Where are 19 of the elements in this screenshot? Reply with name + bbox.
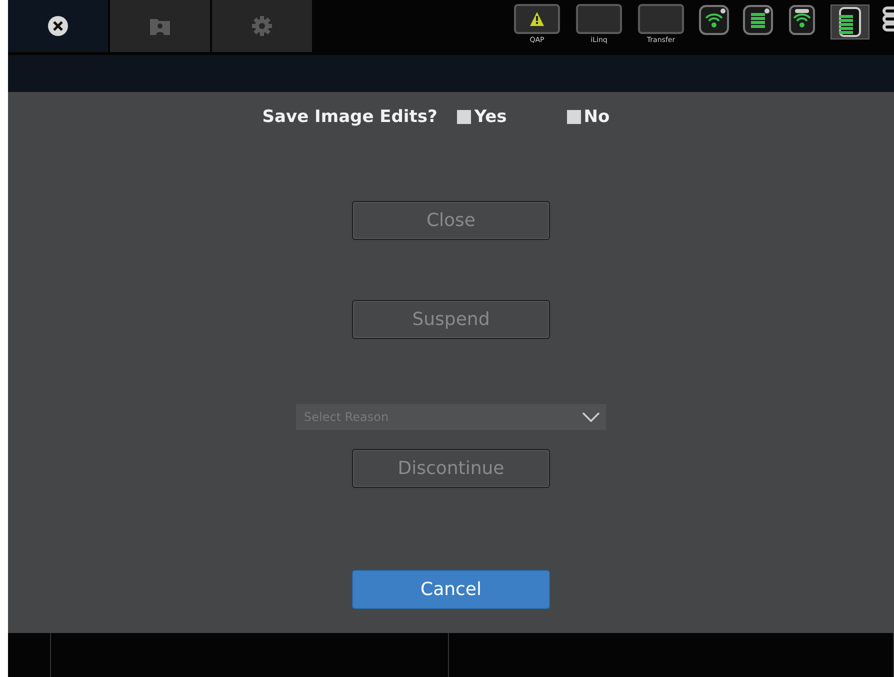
- action-button[interactable]: Cancel: [352, 570, 550, 609]
- warning-icon: [530, 12, 544, 26]
- folder-person-icon: [149, 16, 171, 36]
- status-button[interactable]: [514, 4, 560, 34]
- checkbox[interactable]: [457, 110, 472, 124]
- toolbar-tab[interactable]: [8, 0, 108, 52]
- option-label: Yes: [474, 107, 507, 127]
- storage-icon: [830, 4, 870, 40]
- prompt-question: Save Image Edits?: [262, 107, 438, 127]
- checkbox[interactable]: [566, 110, 581, 124]
- settings-icon: [251, 15, 273, 37]
- wifi-probe-icon: [698, 4, 730, 36]
- close-icon: [47, 15, 69, 37]
- option-label: No: [584, 107, 610, 127]
- wifi-probe-icon: [786, 4, 818, 36]
- checkbox-option[interactable]: Yes: [457, 107, 507, 127]
- chevron-down-icon: [582, 412, 600, 422]
- battery-icon: [742, 4, 774, 36]
- checkbox-option[interactable]: No: [566, 107, 610, 127]
